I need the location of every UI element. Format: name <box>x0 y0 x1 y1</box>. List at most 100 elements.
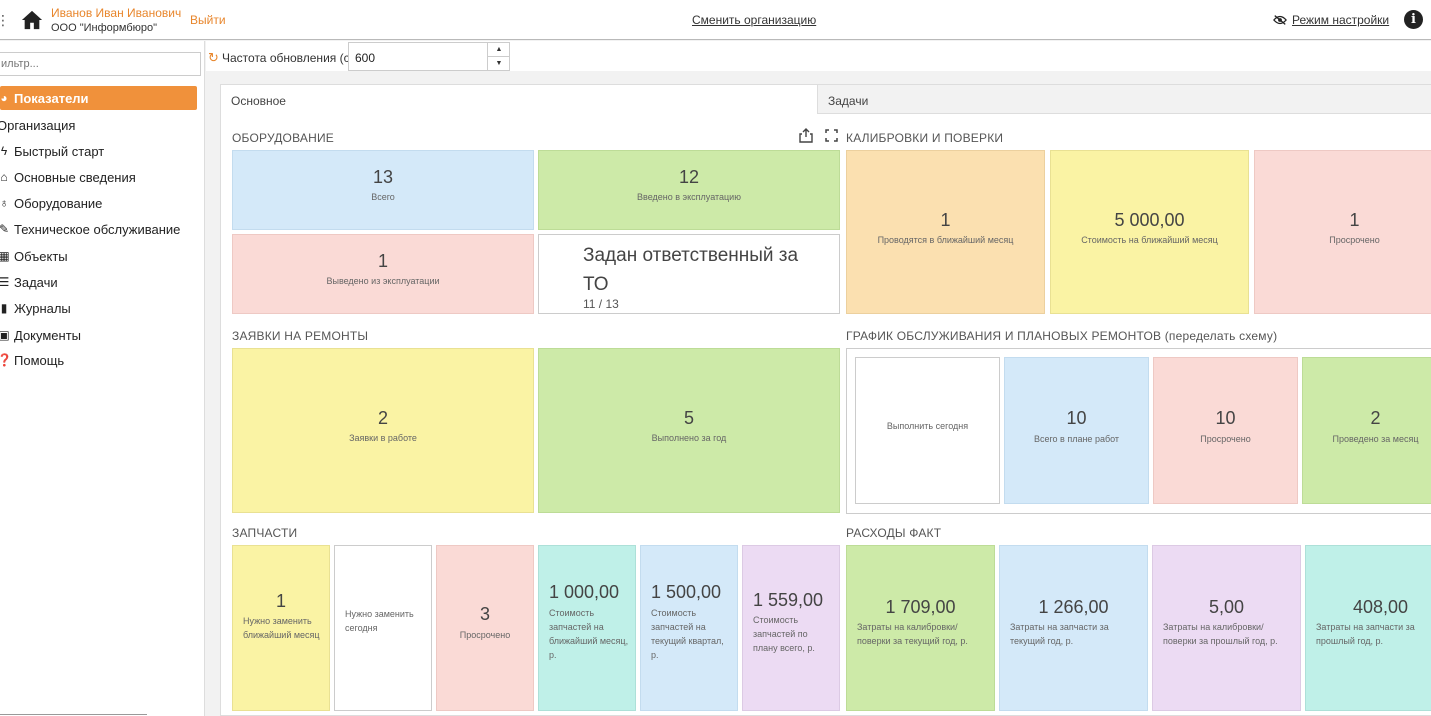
tile-repairs-in-work[interactable]: 2 Заявки в работе <box>232 348 534 513</box>
change-org-link[interactable]: Сменить организацию <box>692 13 816 27</box>
tile-schedule-overdue[interactable]: 10 Просрочено <box>1153 357 1298 504</box>
tile-label: Всего <box>371 192 395 202</box>
tile-equipment-total[interactable]: 13 Всего <box>232 150 534 230</box>
refresh-interval-value: 600 <box>355 51 376 65</box>
tile-value: 408,00 <box>1352 597 1409 617</box>
bank-icon: ⌂ <box>0 170 8 184</box>
tile-schedule-plan[interactable]: 10 Всего в плане работ <box>1004 357 1149 504</box>
dashboard-panel: Основное Задачи ОБОРУДОВАНИЕ 13 Всего 12… <box>220 84 1431 716</box>
sidebar-item-label: Журналы <box>14 300 71 316</box>
sidebar-item-organization[interactable]: Организация <box>0 113 197 137</box>
calibration-section-title: КАЛИБРОВКИ И ПОВЕРКИ <box>846 131 1004 145</box>
tile-label: Просрочено <box>459 630 511 640</box>
tile-value: 1 559,00 <box>753 590 824 610</box>
tile-responsible-assigned[interactable]: Задан ответственный за ТО 11 / 13 <box>538 234 840 314</box>
tile-repairs-done[interactable]: 5 Выполнено за год <box>538 348 840 513</box>
sidebar-item-tasks[interactable]: ☰ Задачи <box>0 270 197 294</box>
tile-parts-overdue[interactable]: 3 Просрочено <box>436 545 534 711</box>
menu-icon[interactable]: ⋮ <box>0 12 10 29</box>
sidebar-item-indicators[interactable]: ◕ Показатели <box>0 86 197 110</box>
tile-parts-replace-today[interactable]: Нужно заменить сегодня <box>334 545 432 711</box>
spin-down-button[interactable]: ▼ <box>487 57 510 71</box>
sidebar-scrollbar[interactable] <box>0 714 147 715</box>
tile-value: 1 <box>275 591 286 611</box>
tile-value: 1 <box>1349 210 1360 230</box>
tab-tasks[interactable]: Задачи <box>817 85 1431 114</box>
sidebar-item-label: Показатели <box>14 90 89 106</box>
spin-up-button[interactable]: ▲ <box>487 43 510 57</box>
settings-mode-label: Режим настройки <box>1292 13 1390 27</box>
parts-section-title: ЗАПЧАСТИ <box>232 526 298 540</box>
sidebar-item-label: Объекты <box>14 248 68 264</box>
tile-label: Выполнено за год <box>651 433 727 443</box>
tile-expenses-parts-prev[interactable]: 408,00 Затраты на запчасти за прошлый го… <box>1305 545 1431 711</box>
tile-equipment-commissioned[interactable]: 12 Введено в эксплуатацию <box>538 150 840 230</box>
tile-schedule-month[interactable]: 2 Проведено за месяц <box>1302 357 1431 504</box>
sidebar-item-label: Быстрый старт <box>14 143 105 159</box>
tile-label: Введено в эксплуатацию <box>637 192 741 202</box>
tile-label: Нужно заменить ближайший месяц <box>243 616 320 640</box>
tile-label: Затраты на запчасти за текущий год, р. <box>1010 622 1109 646</box>
tile-value: 5 <box>683 408 694 428</box>
tile-parts-replace-month[interactable]: 1 Нужно заменить ближайший месяц <box>232 545 330 711</box>
refresh-row: ↻ Частота обновления (с) 600 ▲ ▼ <box>206 41 1431 71</box>
tile-value: 1 709,00 <box>885 597 956 617</box>
sidebar-filter-input[interactable] <box>0 52 201 76</box>
tile-label: Стоимость на ближайший месяц <box>1081 235 1218 245</box>
sidebar-item-quick-start[interactable]: ϟ Быстрый старт <box>0 139 197 163</box>
tile-calibration-next-month[interactable]: 1 Проводятся в ближайший месяц <box>846 150 1045 314</box>
tile-equipment-decommissioned[interactable]: 1 Выведено из эксплуатации <box>232 234 534 314</box>
sidebar-item-label: Задачи <box>14 274 58 290</box>
info-icon[interactable]: i <box>1404 10 1423 29</box>
question-icon: ❓ <box>0 353 12 367</box>
user-name[interactable]: Иванов Иван Иванович <box>51 6 181 20</box>
book-icon: ▮ <box>0 301 8 315</box>
tile-label: Стоимость запчастей на текущий квартал, … <box>651 608 724 660</box>
sidebar-item-label: Организация <box>0 117 76 133</box>
repairs-section-title: ЗАЯВКИ НА РЕМОНТЫ <box>232 329 369 343</box>
sidebar-item-documents[interactable]: ▣ Документы <box>0 323 197 347</box>
tile-expenses-calib-prev[interactable]: 5,00 Затраты на калибровки/поверки за пр… <box>1152 545 1301 711</box>
tile-expenses-calib-current[interactable]: 1 709,00 Затраты на калибровки/поверки з… <box>846 545 995 711</box>
tile-label: Проводятся в ближайший месяц <box>877 235 1014 245</box>
sidebar-item-journals[interactable]: ▮ Журналы <box>0 296 197 320</box>
tile-label: Выведено из эксплуатации <box>326 276 440 286</box>
tile-calibration-overdue[interactable]: 1 Просрочено <box>1254 150 1431 314</box>
tile-label: Стоимость запчастей на ближайший месяц, … <box>549 608 629 660</box>
tile-label: Затраты на запчасти за прошлый год, р. <box>1316 622 1415 646</box>
tile-value: 1 <box>940 210 951 230</box>
tile-expenses-parts-current[interactable]: 1 266,00 Затраты на запчасти за текущий … <box>999 545 1148 711</box>
tile-value: 1 <box>377 251 388 271</box>
sidebar-item-label: Оборудование <box>14 195 103 211</box>
logout-link[interactable]: Выйти <box>190 13 226 27</box>
export-icon[interactable] <box>799 128 813 143</box>
equipment-section-title: ОБОРУДОВАНИЕ <box>232 131 334 145</box>
tile-parts-cost-plan[interactable]: 1 559,00 Стоимость запчастей по плану вс… <box>742 545 840 711</box>
tile-parts-cost-month[interactable]: 1 000,00 Стоимость запчастей на ближайши… <box>538 545 636 711</box>
sidebar-item-main-info[interactable]: ⌂ Основные сведения <box>0 165 197 189</box>
tile-value: 1 000,00 <box>549 582 620 602</box>
tile-label: Просрочено <box>1329 235 1380 245</box>
home-icon[interactable] <box>21 9 43 31</box>
sidebar-item-equipment[interactable]: ♁ Оборудование <box>0 191 197 215</box>
sidebar-item-maintenance[interactable]: ✎ Техническое обслуживание <box>0 217 197 241</box>
tile-label: Затраты на калибровки/поверки за прошлый… <box>1163 622 1278 646</box>
tile-calibration-cost[interactable]: 5 000,00 Стоимость на ближайший месяц <box>1050 150 1249 314</box>
sidebar-item-help[interactable]: ❓ Помощь <box>0 348 197 372</box>
refresh-icon[interactable]: ↻ <box>208 50 219 66</box>
sidebar: ◕ Показатели Организация ϟ Быстрый старт… <box>0 41 205 716</box>
tile-label: Нужно заменить сегодня <box>345 609 414 633</box>
refresh-interval-input[interactable]: 600 ▲ ▼ <box>348 42 510 71</box>
sidebar-item-label: Основные сведения <box>14 169 136 185</box>
fullscreen-icon[interactable] <box>825 129 838 142</box>
tile-schedule-today[interactable]: Выполнить сегодня <box>855 357 1000 504</box>
tile-label: Выполнить сегодня <box>886 421 969 431</box>
tile-parts-cost-quarter[interactable]: 1 500,00 Стоимость запчастей на текущий … <box>640 545 738 711</box>
list-icon: ☰ <box>0 275 10 289</box>
tile-value: 5 000,00 <box>1114 210 1185 230</box>
tile-value: 5,00 <box>1208 597 1245 617</box>
tab-main[interactable]: Основное <box>221 85 817 114</box>
tile-label: Просрочено <box>1200 434 1251 444</box>
sidebar-item-objects[interactable]: ▦ Объекты <box>0 244 197 268</box>
settings-mode-link[interactable]: Режим настройки <box>1273 13 1389 27</box>
